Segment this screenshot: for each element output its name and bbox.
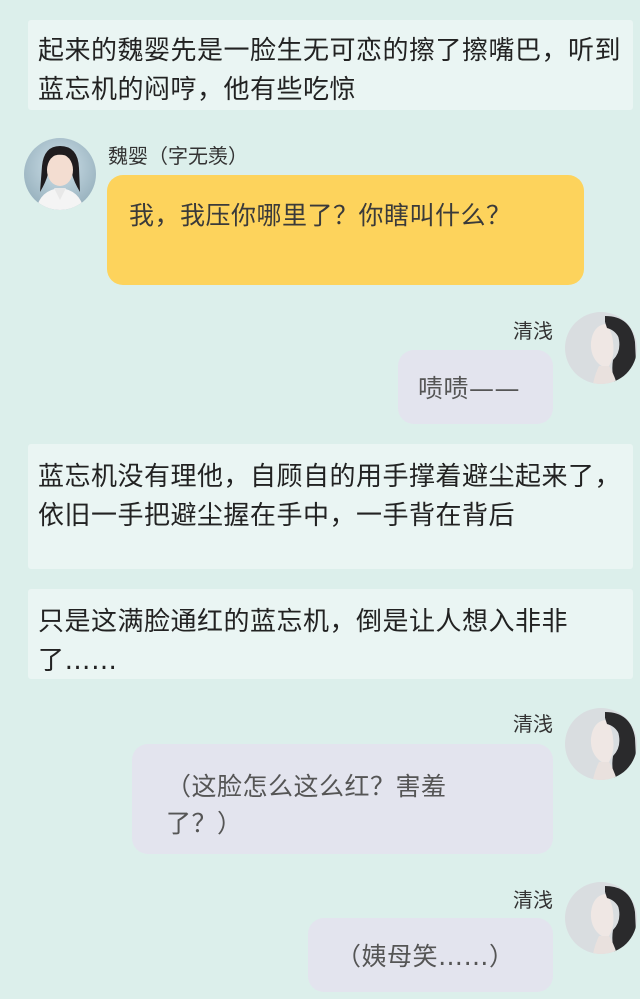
avatar[interactable] (24, 138, 96, 210)
message-bubble[interactable]: （姨母笑……） (308, 918, 553, 992)
avatar[interactable] (565, 312, 637, 384)
qing-avatar-icon (565, 882, 637, 954)
narration-text: 只是这满脸通红的蓝忘机，倒是让人想入非非了…… (38, 607, 569, 676)
narration-block: 蓝忘机没有理他，自顾自的用手撑着避尘起来了，依旧一手把避尘握在手中，一手背在背后 (28, 444, 633, 569)
message-bubble[interactable]: 我，我压你哪里了？你瞎叫什么？ (107, 175, 584, 285)
message-bubble[interactable]: 啧啧—— (398, 350, 553, 424)
message-text: 我，我压你哪里了？你瞎叫什么？ (129, 201, 512, 230)
sender-name: 清浅 (513, 888, 553, 912)
avatar[interactable] (565, 882, 637, 954)
qing-avatar-icon (565, 708, 637, 780)
narration-text: 蓝忘机没有理他，自顾自的用手撑着避尘起来了，依旧一手把避尘握在手中，一手背在背后 (38, 462, 622, 531)
sender-name: 魏婴（字无羡） (108, 144, 248, 168)
wei-avatar-icon (24, 138, 96, 210)
qing-avatar-icon (565, 312, 637, 384)
message-text: （这脸怎么这么红？害羞了？） (166, 772, 447, 838)
message-bubble[interactable]: （这脸怎么这么红？害羞了？） (132, 744, 553, 854)
avatar[interactable] (565, 708, 637, 780)
narration-text: 起来的魏婴先是一脸生无可恋的擦了擦嘴巴，听到蓝忘机的闷哼，他有些吃惊 (38, 36, 622, 105)
sender-name: 清浅 (513, 319, 553, 343)
sender-name: 清浅 (513, 712, 553, 736)
narration-block: 只是这满脸通红的蓝忘机，倒是让人想入非非了…… (28, 589, 633, 679)
narration-block: 起来的魏婴先是一脸生无可恋的擦了擦嘴巴，听到蓝忘机的闷哼，他有些吃惊 (28, 20, 633, 110)
message-text: 啧啧—— (418, 374, 521, 403)
message-text: （姨母笑……） (336, 942, 515, 971)
